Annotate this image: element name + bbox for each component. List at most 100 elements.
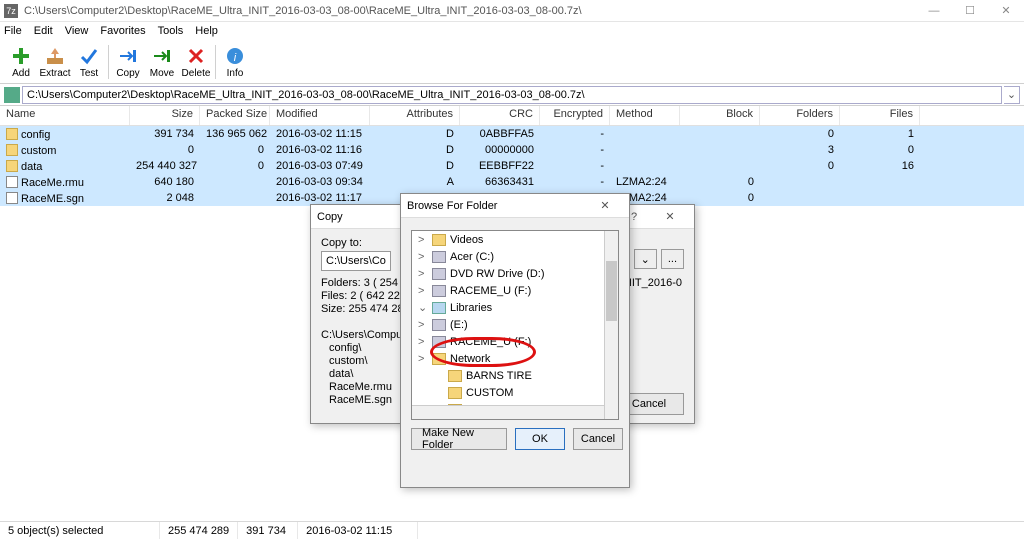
tree-item[interactable]: CUSTOM (412, 384, 618, 401)
drive-icon (432, 319, 446, 331)
menu-file[interactable]: File (4, 25, 22, 37)
expander-icon[interactable]: > (418, 234, 428, 246)
expander-icon[interactable]: > (418, 268, 428, 280)
col-attributes[interactable]: Attributes (370, 106, 460, 125)
col-folders[interactable]: Folders (760, 106, 840, 125)
tree-item-label: (E:) (450, 319, 468, 331)
delete-button[interactable]: Delete (179, 45, 213, 79)
expander-icon[interactable]: > (418, 336, 428, 348)
drive-icon (432, 268, 446, 280)
file-icon (6, 176, 18, 188)
col-block[interactable]: Block (680, 106, 760, 125)
menu-tools[interactable]: Tools (158, 25, 184, 37)
menu-help[interactable]: Help (195, 25, 218, 37)
tree-item[interactable]: > Acer (C:) (412, 248, 618, 265)
tree-item[interactable]: ⌄ Libraries (412, 299, 618, 316)
app-icon: 7z (4, 4, 18, 18)
file-icon (6, 192, 18, 204)
tree-item-label: RACEME_U (F:) (450, 336, 531, 348)
browse-close-button[interactable]: ✕ (587, 199, 623, 212)
copy-icon (117, 45, 139, 67)
expander-icon[interactable]: > (418, 353, 428, 365)
drive-icon (432, 251, 446, 263)
column-headers: Name Size Packed Size Modified Attribute… (0, 106, 1024, 126)
plus-icon (10, 45, 32, 67)
extract-icon (44, 45, 66, 67)
address-bar: ⌄ (0, 84, 1024, 106)
add-button[interactable]: Add (4, 45, 38, 79)
menu-favorites[interactable]: Favorites (100, 25, 145, 37)
maximize-button[interactable]: ☐ (952, 0, 988, 22)
tree-scrollbar-h[interactable] (412, 405, 604, 419)
close-button[interactable]: ✕ (988, 0, 1024, 22)
status-selected: 5 object(s) selected (0, 522, 160, 539)
status-date: 2016-03-02 11:15 (298, 522, 418, 539)
make-new-folder-button[interactable]: Make New Folder (411, 428, 507, 450)
window-titlebar: 7z C:\Users\Computer2\Desktop\RaceME_Ult… (0, 0, 1024, 22)
move-button[interactable]: Move (145, 45, 179, 79)
tree-item[interactable]: > RACEME_U (F:) (412, 282, 618, 299)
window-title: C:\Users\Computer2\Desktop\RaceME_Ultra_… (24, 5, 916, 17)
library-icon (432, 302, 446, 314)
test-icon (78, 45, 100, 67)
copy-to-input[interactable] (321, 251, 391, 271)
folder-icon (448, 370, 462, 382)
drive-icon (432, 285, 446, 297)
browse-cancel-button[interactable]: Cancel (573, 428, 623, 450)
status-packed-sum: 391 734 (238, 522, 298, 539)
folder-tree[interactable]: >Videos>Acer (C:)>DVD RW Drive (D:)>RACE… (411, 230, 619, 420)
browse-ok-button[interactable]: OK (515, 428, 565, 450)
info-button[interactable]: iInfo (218, 45, 252, 79)
copy-close-button[interactable]: ✕ (652, 210, 688, 223)
menu-edit[interactable]: Edit (34, 25, 53, 37)
tree-scrollbar-v[interactable] (604, 231, 618, 419)
copy-path-dropdown[interactable]: ⌄ (634, 249, 657, 269)
folder-icon (448, 387, 462, 399)
tree-item-label: CUSTOM (466, 387, 513, 399)
expander-icon[interactable]: > (418, 319, 428, 331)
table-row[interactable]: RaceMe.rmu640 1802016-03-03 09:34A663634… (0, 174, 1024, 190)
tree-item[interactable]: >Network (412, 350, 618, 367)
tree-item-label: RACEME_U (F:) (450, 285, 531, 297)
browse-dialog-title: Browse For Folder (407, 200, 587, 212)
col-encrypted[interactable]: Encrypted (540, 106, 610, 125)
tree-item-label: Libraries (450, 302, 492, 314)
tree-item[interactable]: BARNS TIRE (412, 367, 618, 384)
folder-icon (432, 234, 446, 246)
extract-button[interactable]: Extract (38, 45, 72, 79)
tree-item-label: BARNS TIRE (466, 370, 532, 382)
tree-item-label: Acer (C:) (450, 251, 494, 263)
status-size-sum: 255 474 289 (160, 522, 238, 539)
col-method[interactable]: Method (610, 106, 680, 125)
expander-icon[interactable]: > (418, 251, 428, 263)
tree-item[interactable]: > (E:) (412, 316, 618, 333)
expander-icon[interactable]: ⌄ (418, 301, 428, 314)
copy-browse-button[interactable]: ... (661, 249, 684, 269)
col-files[interactable]: Files (840, 106, 920, 125)
copy-button[interactable]: Copy (111, 45, 145, 79)
col-size[interactable]: Size (130, 106, 200, 125)
delete-icon (185, 45, 207, 67)
col-packed[interactable]: Packed Size (200, 106, 270, 125)
table-row[interactable]: config391 734136 965 0622016-03-02 11:15… (0, 126, 1024, 142)
folder-icon (6, 160, 18, 172)
table-row[interactable]: data254 440 32702016-03-03 07:49DEEBBFF2… (0, 158, 1024, 174)
col-name[interactable]: Name (0, 106, 130, 125)
info-icon: i (224, 45, 246, 67)
path-input[interactable] (22, 86, 1002, 104)
test-button[interactable]: Test (72, 45, 106, 79)
minimize-button[interactable]: — (916, 0, 952, 22)
folder-icon (6, 144, 18, 156)
tree-item[interactable]: >DVD RW Drive (D:) (412, 265, 618, 282)
col-modified[interactable]: Modified (270, 106, 370, 125)
path-dropdown[interactable]: ⌄ (1004, 86, 1020, 104)
tree-item-label: Videos (450, 234, 483, 246)
folder-icon (432, 353, 446, 365)
tree-item[interactable]: > Videos (412, 231, 618, 248)
tree-item[interactable]: > RACEME_U (F:) (412, 333, 618, 350)
expander-icon[interactable]: > (418, 285, 428, 297)
menu-bar: File Edit View Favorites Tools Help (0, 22, 1024, 40)
col-crc[interactable]: CRC (460, 106, 540, 125)
table-row[interactable]: custom002016-03-02 11:16D00000000-30 (0, 142, 1024, 158)
menu-view[interactable]: View (65, 25, 89, 37)
